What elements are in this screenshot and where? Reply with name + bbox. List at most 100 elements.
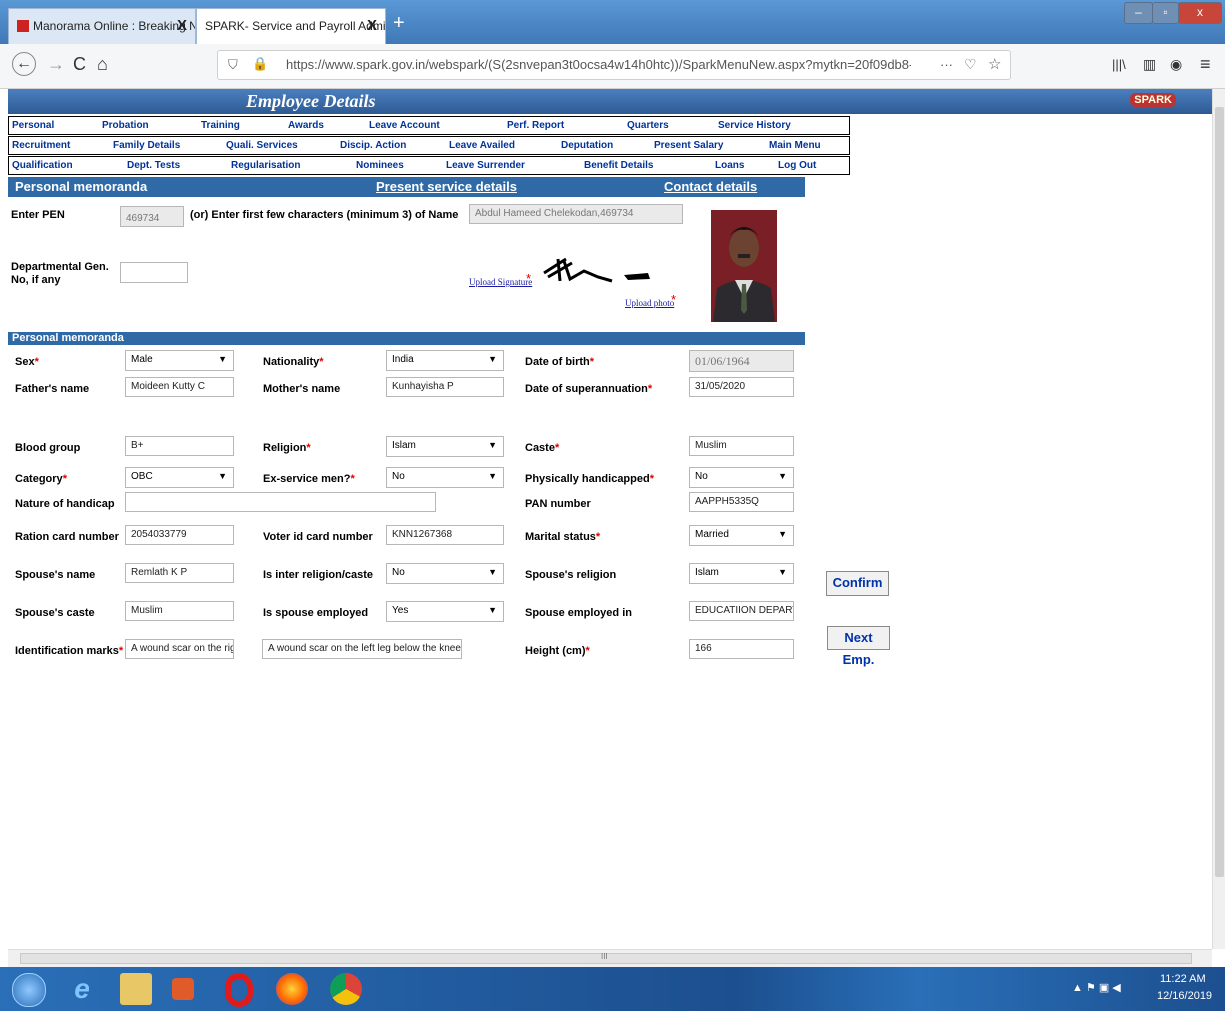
tab-personal-memoranda[interactable]: Personal memoranda	[15, 179, 147, 194]
id-mark-2-input[interactable]: A wound scar on the left leg below the k…	[262, 639, 462, 659]
voter-id-input[interactable]: KNN1267368	[386, 525, 504, 545]
menu-service-history[interactable]: Service History	[718, 120, 791, 131]
handicapped-select[interactable]: No ▼	[689, 467, 794, 488]
menu-regularisation[interactable]: Regularisation	[231, 160, 300, 171]
next-emp-button[interactable]: Next Emp.	[827, 626, 890, 667]
chrome-icon[interactable]	[330, 973, 362, 1005]
opera-icon[interactable]	[225, 973, 253, 1007]
maximize-button[interactable]: ▫	[1152, 2, 1179, 24]
menu-dept-tests[interactable]: Dept. Tests	[127, 160, 180, 171]
menu-perf-report[interactable]: Perf. Report	[507, 120, 564, 131]
father-name-input[interactable]: Moideen Kutty C	[125, 377, 234, 397]
menu-leave-surrender[interactable]: Leave Surrender	[446, 160, 525, 171]
bookmark-star-icon[interactable]: ☆	[988, 55, 1001, 73]
category-select[interactable]: OBC ▼	[125, 467, 234, 488]
lock-icon[interactable]: 🔒	[252, 56, 268, 72]
file-explorer-icon[interactable]	[120, 973, 152, 1005]
start-button-icon[interactable]	[12, 973, 46, 1007]
nationality-select[interactable]: India ▼	[386, 350, 504, 371]
religion-select[interactable]: Islam ▼	[386, 436, 504, 457]
reload-icon[interactable]: C	[73, 54, 86, 75]
blood-group-input[interactable]: B+	[125, 436, 234, 456]
confirm-button[interactable]: Confirm	[826, 571, 889, 596]
ration-card-input[interactable]: 2054033779	[125, 525, 234, 545]
firefox-icon[interactable]	[276, 973, 308, 1005]
tab-present-service-details[interactable]: Present service details	[376, 179, 517, 194]
menu-quarters[interactable]: Quarters	[627, 120, 669, 131]
url-text[interactable]: https://www.spark.gov.in/webspark/(S(2sn…	[286, 57, 911, 72]
tab-manorama[interactable]: Manorama Online : Breaking N X	[8, 8, 196, 44]
menu-qualification[interactable]: Qualification	[12, 160, 73, 171]
menu-personal[interactable]: Personal	[12, 120, 54, 131]
nature-handicap-input[interactable]	[125, 492, 436, 512]
horizontal-scrollbar[interactable]: III	[8, 949, 1212, 967]
inter-religion-select[interactable]: No ▼	[386, 563, 504, 584]
tab-contact-details[interactable]: Contact details	[664, 179, 757, 194]
menu-icon[interactable]: ≡	[1200, 54, 1211, 75]
new-tab-button[interactable]: +	[393, 12, 405, 35]
caste-input[interactable]: Muslim	[689, 436, 794, 456]
dropdown-arrow-icon: ▼	[488, 567, 497, 577]
menu-quali-services[interactable]: Quali. Services	[226, 140, 298, 151]
home-icon[interactable]: ⌂	[97, 54, 108, 75]
spouse-religion-select[interactable]: Islam ▼	[689, 563, 794, 584]
spouse-employed-select[interactable]: Yes ▼	[386, 601, 504, 622]
media-player-icon[interactable]	[172, 978, 194, 1000]
spouse-name-input[interactable]: Remlath K P	[125, 563, 234, 583]
forward-icon[interactable]: →	[47, 54, 65, 75]
spouse-caste-input[interactable]: Muslim	[125, 601, 234, 621]
marital-status-select[interactable]: Married ▼	[689, 525, 794, 546]
menu-benefit-details[interactable]: Benefit Details	[584, 160, 653, 171]
menu-leave-availed[interactable]: Leave Availed	[449, 140, 515, 151]
scroll-thumb[interactable]	[1215, 107, 1224, 877]
clock-time[interactable]: 11:22 AM	[1160, 973, 1206, 985]
back-icon[interactable]: ←	[12, 52, 36, 76]
scroll-thumb[interactable]: III	[20, 952, 1192, 964]
account-icon[interactable]: ◉	[1170, 56, 1182, 73]
upload-signature-link[interactable]: Upload Signature	[469, 277, 532, 287]
dob-input[interactable]: 01/06/1964	[689, 350, 794, 372]
clock-date[interactable]: 12/16/2019	[1157, 990, 1212, 1002]
spouse-employed-in-input[interactable]: EDUCATIION DEPARTME	[689, 601, 794, 621]
menu-discip-action[interactable]: Discip. Action	[340, 140, 406, 151]
pan-input[interactable]: AAPPH5335Q	[689, 492, 794, 512]
dos-input[interactable]: 31/05/2020	[689, 377, 794, 397]
mother-name-input[interactable]: Kunhayisha P	[386, 377, 504, 397]
required-mark: *	[595, 531, 601, 543]
close-window-button[interactable]: x	[1178, 2, 1222, 24]
menu-leave-account[interactable]: Leave Account	[369, 120, 440, 131]
menu-training[interactable]: Training	[201, 120, 240, 131]
vertical-scrollbar[interactable]	[1212, 89, 1225, 949]
menu-log-out[interactable]: Log Out	[778, 160, 816, 171]
sex-select[interactable]: Male ▼	[125, 350, 234, 371]
minimize-button[interactable]: –	[1124, 2, 1153, 24]
close-tab-icon[interactable]: X	[177, 17, 187, 34]
menu-loans[interactable]: Loans	[715, 160, 744, 171]
menu-main-menu[interactable]: Main Menu	[769, 140, 821, 151]
ex-service-select[interactable]: No ▼	[386, 467, 504, 488]
name-search-input[interactable]: Abdul Hameed Chelekodan,469734	[469, 204, 683, 224]
upload-photo-link[interactable]: Upload photo	[625, 298, 674, 308]
url-bar[interactable]: ⛉ 🔒 https://www.spark.gov.in/webspark/(S…	[217, 50, 1011, 80]
pen-input[interactable]: 469734	[120, 206, 184, 227]
dept-gen-input[interactable]	[120, 262, 188, 283]
height-input[interactable]: 166	[689, 639, 794, 659]
menu-deputation[interactable]: Deputation	[561, 140, 613, 151]
system-tray-icons[interactable]: ▲ ⚑ ▣ ◀	[1072, 981, 1121, 994]
pocket-icon[interactable]: ♡	[964, 56, 977, 73]
close-tab-icon[interactable]: X	[367, 17, 377, 34]
menu-probation[interactable]: Probation	[102, 120, 149, 131]
select-value: No	[392, 567, 405, 578]
sidebar-icon[interactable]: ▥	[1143, 56, 1156, 73]
id-mark-1-input[interactable]: A wound scar on the right kne	[125, 639, 234, 659]
menu-family-details[interactable]: Family Details	[113, 140, 180, 151]
internet-explorer-icon[interactable]: e	[66, 973, 98, 1005]
library-icon[interactable]: |||\	[1112, 57, 1126, 72]
menu-nominees[interactable]: Nominees	[356, 160, 404, 171]
shield-icon[interactable]: ⛉	[228, 57, 238, 73]
menu-present-salary[interactable]: Present Salary	[654, 140, 724, 151]
tab-spark[interactable]: SPARK- Service and Payroll Admini X	[196, 8, 386, 44]
menu-recruitment[interactable]: Recruitment	[12, 140, 70, 151]
more-icon[interactable]: ···	[940, 57, 953, 72]
menu-awards[interactable]: Awards	[288, 120, 324, 131]
